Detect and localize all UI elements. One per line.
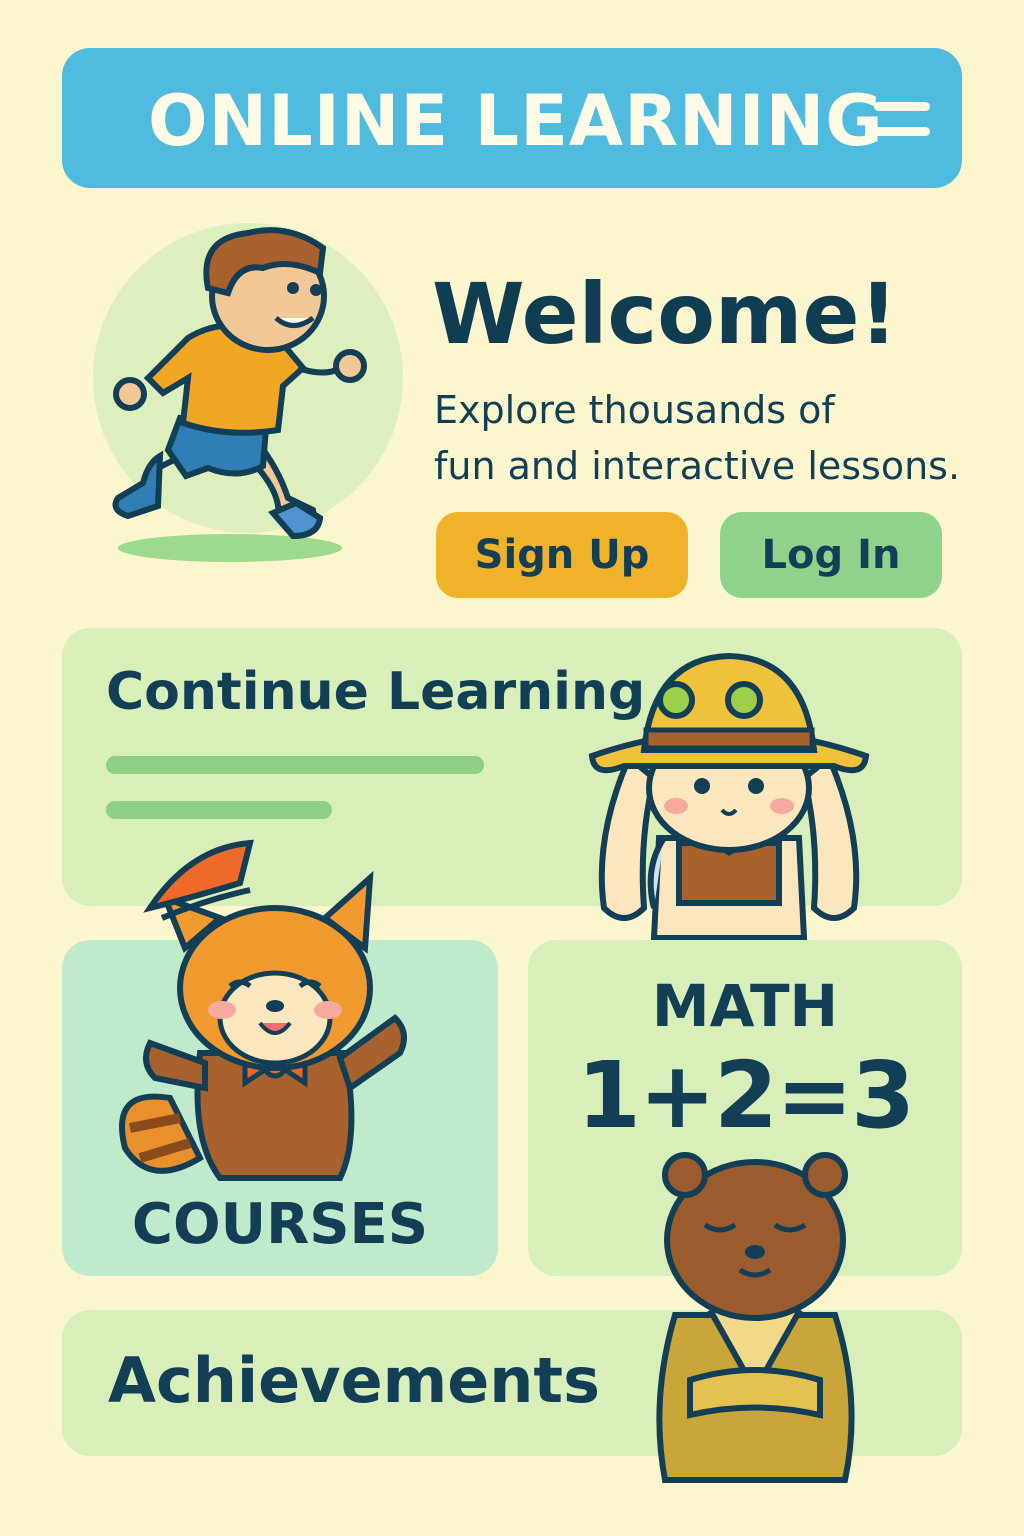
tagline-line-2: fun and interactive lessons. — [434, 444, 961, 488]
sign-up-button[interactable]: Sign Up — [436, 512, 688, 598]
running-boy-illustration — [93, 223, 403, 562]
progress-line-2 — [106, 801, 332, 819]
continue-learning-title: Continue Learning — [106, 662, 646, 722]
courses-label: COURSES — [131, 1192, 429, 1257]
welcome-heading: Welcome! — [432, 265, 898, 363]
hamburger-menu-icon[interactable] — [872, 100, 932, 140]
welcome-tagline: Explore thousands of fun and interactive… — [434, 382, 1014, 494]
red-panda-illustration — [119, 839, 407, 1181]
log-in-button[interactable]: Log In — [720, 512, 942, 598]
tagline-line-1: Explore thousands of — [434, 388, 835, 432]
app-title: ONLINE LEARNING — [148, 80, 884, 162]
math-label: MATH — [651, 972, 839, 1040]
bunny-explorer-illustration — [588, 652, 870, 940]
progress-line-1 — [106, 756, 484, 774]
bear-monk-illustration — [656, 1152, 855, 1483]
achievements-label: Achievements — [108, 1344, 600, 1417]
math-equation: 1+2=3 — [576, 1042, 915, 1149]
